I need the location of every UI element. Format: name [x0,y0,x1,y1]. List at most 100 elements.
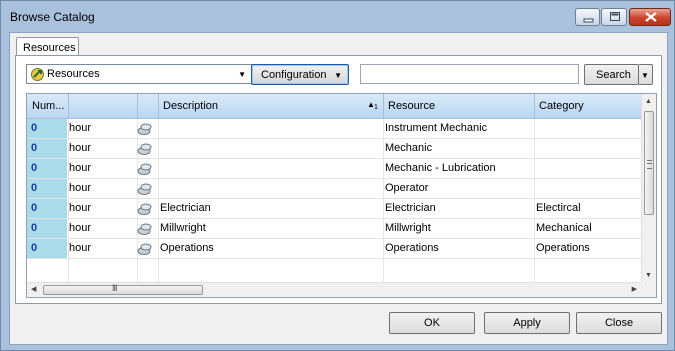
column-header-description-label: Description [163,100,219,112]
unit-cell: hour [69,122,92,134]
description-cell [160,179,382,198]
unit-cell: hour [69,182,92,194]
num-cell: 0 [27,199,67,218]
sort-index: 1 [374,104,378,111]
num-cell: 0 [27,239,67,258]
category-cell: Operations [536,242,590,254]
column-header-unit[interactable] [69,94,137,119]
tab-resources[interactable]: Resources [16,37,79,57]
unit-cell: hour [69,142,92,154]
resource-cell: Instrument Mechanic [385,122,488,134]
unit-cell: hour [69,162,92,174]
table-row[interactable]: 0 hour Mechanic [27,139,643,159]
maximize-icon [610,12,620,21]
scroll-right-icon[interactable]: ▶ [632,285,637,293]
tab-resources-label: Resources [23,42,76,54]
resource-type-select[interactable]: Resources ▼ [26,64,252,84]
maximize-button[interactable] [601,8,627,26]
unit-cell: hour [69,202,92,214]
resource-type-value: Resources [47,68,100,80]
resources-icon [30,67,45,85]
dialog-body: Resources Resources ▼ Configuration ▼ Se… [9,32,668,345]
search-input[interactable] [360,64,579,84]
description-cell [160,159,382,178]
resource-icon [137,219,157,238]
vertical-scrollbar[interactable]: ▲ ▼ [641,94,656,283]
configuration-button[interactable]: Configuration ▼ [251,64,349,85]
table-row[interactable]: 0 hour Operations Operations Operations [27,239,643,259]
column-header-resource[interactable]: Resource [384,94,534,119]
column-header-category-label: Category [539,100,584,112]
resource-icon [137,139,157,158]
category-cell: Electircal [536,202,581,214]
close-window-button[interactable] [629,8,671,26]
grip-icon [647,160,652,169]
ok-button[interactable]: OK [389,312,475,334]
category-cell [536,139,643,158]
resource-icon [137,179,157,198]
search-label: Search [596,69,631,81]
num-cell: 0 [27,139,67,158]
catalog-grid: Num... Description ▲ 1 Resource Category [26,93,657,298]
title-bar[interactable]: Browse Catalog [1,1,674,33]
column-header-description[interactable]: Description ▲ 1 [159,94,383,119]
description-cell [160,139,382,158]
resource-icon [137,119,157,138]
table-row[interactable]: 0 hour Millwright Millwright Mechanical [27,219,643,239]
horizontal-scroll-thumb[interactable]: III [43,283,203,295]
search-options-dropdown[interactable]: ▼ [639,64,653,85]
configuration-label: Configuration [261,69,327,81]
tab-panel-resources: Resources ▼ Configuration ▼ Search ▼ Num… [15,55,662,304]
table-row[interactable]: 0 hour Operator [27,179,643,199]
category-cell: Mechanical [536,222,592,234]
column-header-category[interactable]: Category [535,94,643,119]
description-cell [160,119,382,138]
category-cell [536,119,643,138]
resource-cell: Operator [385,182,429,194]
unit-cell: hour [69,222,92,234]
category-cell [536,159,643,178]
scroll-down-icon[interactable]: ▼ [645,272,652,279]
resource-icon [137,199,157,218]
window-title: Browse Catalog [10,10,95,24]
column-header-icon[interactable] [138,94,158,119]
grip-icon: III [112,283,117,293]
description-cell: Electrician [160,202,211,214]
minimize-button[interactable] [575,8,600,26]
vertical-scroll-thumb[interactable] [644,111,654,215]
scroll-corner [641,282,656,297]
resource-cell: Mechanic - Lubrication [385,162,496,174]
scroll-left-icon[interactable]: ◀ [31,285,36,293]
resource-icon [137,239,157,258]
browse-catalog-window: Browse Catalog Resources Resources ▼ Con… [0,0,675,351]
scroll-up-icon[interactable]: ▲ [645,98,652,105]
table-row[interactable]: 0 hour Instrument Mechanic [27,119,643,139]
chevron-down-icon: ▼ [238,70,246,79]
resource-cell: Millwright [385,222,431,234]
category-cell [536,179,643,198]
resource-icon [137,159,157,178]
column-header-resource-label: Resource [388,100,436,112]
description-cell: Millwright [160,222,206,234]
num-cell: 0 [27,119,67,138]
chevron-down-icon: ▼ [334,71,342,80]
chevron-down-icon: ▼ [641,71,649,80]
column-header-num[interactable]: Num... [27,94,68,119]
num-cell: 0 [27,219,67,238]
column-header-num-label: Num... [32,100,65,112]
num-cell: 0 [27,179,67,198]
description-cell: Operations [160,242,214,254]
minimize-icon [583,18,594,23]
resource-cell: Operations [385,242,439,254]
table-row[interactable]: 0 hour Electrician Electrician Electirca… [27,199,643,219]
table-row[interactable]: 0 hour Mechanic - Lubrication [27,159,643,179]
search-button[interactable]: Search [584,64,639,85]
apply-button[interactable]: Apply [484,312,570,334]
close-button[interactable]: Close [576,312,662,334]
num-cell: 0 [27,159,67,178]
resource-cell: Mechanic [385,142,433,154]
horizontal-scrollbar[interactable]: ◀ III ▶ [27,282,643,297]
unit-cell: hour [69,242,92,254]
resource-cell: Electrician [385,202,436,214]
close-icon [645,12,657,22]
